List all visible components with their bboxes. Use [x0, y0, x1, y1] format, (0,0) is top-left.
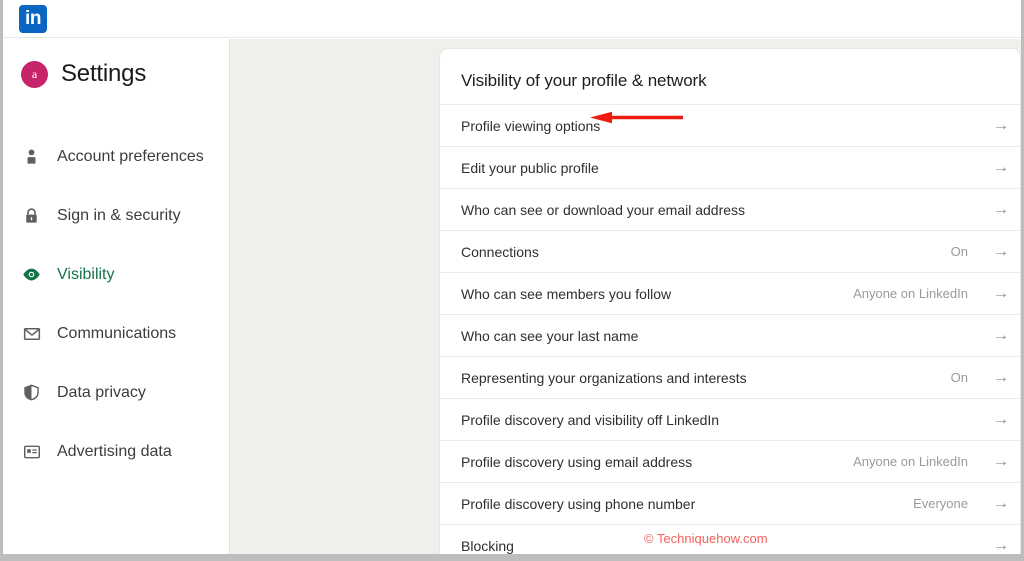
- row-label: Who can see or download your email addre…: [461, 201, 746, 218]
- sidebar-item-account-preferences[interactable]: Account preferences: [3, 127, 230, 186]
- person-icon: [22, 147, 41, 166]
- sidebar-item-advertising-data[interactable]: Advertising data: [3, 422, 230, 481]
- chevron-right-icon[interactable]: →: [982, 537, 1020, 554]
- row-label: Profile viewing options: [461, 117, 601, 134]
- row-label: Profile discovery and visibility off Lin…: [461, 411, 720, 428]
- sidebar-item-label: Sign in & security: [57, 206, 181, 224]
- settings-row-representing-organizations[interactable]: Representing your organizations and inte…: [440, 356, 1020, 398]
- row-label: Who can see members you follow: [461, 285, 672, 302]
- sidebar-item-label: Data privacy: [57, 383, 146, 401]
- chevron-right-icon[interactable]: →: [982, 369, 1020, 386]
- row-value: On: [950, 244, 968, 259]
- linkedin-logo-icon[interactable]: in: [19, 5, 47, 33]
- watermark: © Techniquehow.com: [644, 531, 768, 546]
- page-body: a Settings Account preferences Sign in &…: [3, 39, 1021, 554]
- row-label: Profile discovery using email address: [461, 453, 693, 470]
- top-navigation-bar: in: [3, 0, 1021, 38]
- card-title: Visibility of your profile & network: [461, 71, 707, 90]
- sidebar-item-label: Account preferences: [57, 147, 204, 165]
- settings-row-profile-discovery-phone[interactable]: Profile discovery using phone number Eve…: [440, 482, 1020, 524]
- settings-row-edit-your-public-profile[interactable]: Edit your public profile →: [440, 146, 1020, 188]
- row-value: Anyone on LinkedIn: [853, 454, 968, 469]
- chevron-right-icon[interactable]: →: [982, 117, 1020, 134]
- envelope-icon: [22, 324, 41, 343]
- row-value: Everyone: [913, 496, 968, 511]
- sidebar-item-label: Visibility: [57, 265, 115, 283]
- row-label: Who can see your last name: [461, 327, 639, 344]
- settings-row-who-can-see-members-you-follow[interactable]: Who can see members you follow Anyone on…: [440, 272, 1020, 314]
- chevron-right-icon[interactable]: →: [982, 495, 1020, 512]
- eye-icon: [22, 265, 41, 284]
- settings-row-profile-discovery-off-linkedin[interactable]: Profile discovery and visibility off Lin…: [440, 398, 1020, 440]
- settings-row-connections[interactable]: Connections On →: [440, 230, 1020, 272]
- settings-sidebar: a Settings Account preferences Sign in &…: [3, 39, 230, 554]
- sidebar-item-communications[interactable]: Communications: [3, 304, 230, 363]
- chevron-right-icon[interactable]: →: [982, 285, 1020, 302]
- settings-row-profile-discovery-email[interactable]: Profile discovery using email address An…: [440, 440, 1020, 482]
- sidebar-item-label: Communications: [57, 324, 177, 342]
- row-label: Edit your public profile: [461, 159, 599, 176]
- chevron-right-icon[interactable]: →: [982, 243, 1020, 260]
- chevron-right-icon[interactable]: →: [982, 201, 1020, 218]
- page-title: Settings: [61, 60, 147, 87]
- chevron-right-icon[interactable]: →: [982, 453, 1020, 470]
- row-label: Representing your organizations and inte…: [461, 369, 747, 386]
- chevron-right-icon[interactable]: →: [982, 327, 1020, 344]
- settings-row-profile-viewing-options[interactable]: Profile viewing options →: [440, 104, 1020, 146]
- sidebar-item-sign-in-security[interactable]: Sign in & security: [3, 186, 230, 245]
- settings-row-who-can-see-your-last-name[interactable]: Who can see your last name →: [440, 314, 1020, 356]
- sidebar-nav: Account preferences Sign in & security V…: [3, 127, 230, 481]
- sidebar-item-visibility[interactable]: Visibility: [3, 245, 230, 304]
- settings-header: a Settings: [21, 60, 146, 88]
- chevron-right-icon[interactable]: →: [982, 411, 1020, 428]
- sidebar-item-data-privacy[interactable]: Data privacy: [3, 363, 230, 422]
- lock-icon: [22, 206, 41, 225]
- id-card-icon: [22, 442, 41, 461]
- chevron-right-icon[interactable]: →: [982, 159, 1020, 176]
- row-value: On: [950, 370, 968, 385]
- row-value: Anyone on LinkedIn: [853, 286, 968, 301]
- row-label: Connections: [461, 243, 539, 260]
- visibility-settings-card: Visibility of your profile & network Pro…: [439, 48, 1021, 554]
- avatar[interactable]: a: [21, 60, 48, 88]
- browser-page: in a Settings Account preferences Sign i…: [0, 0, 1024, 561]
- sidebar-item-label: Advertising data: [57, 442, 172, 460]
- settings-row-who-can-see-email-address[interactable]: Who can see or download your email addre…: [440, 188, 1020, 230]
- shield-icon: [22, 383, 41, 402]
- row-label: Profile discovery using phone number: [461, 495, 696, 512]
